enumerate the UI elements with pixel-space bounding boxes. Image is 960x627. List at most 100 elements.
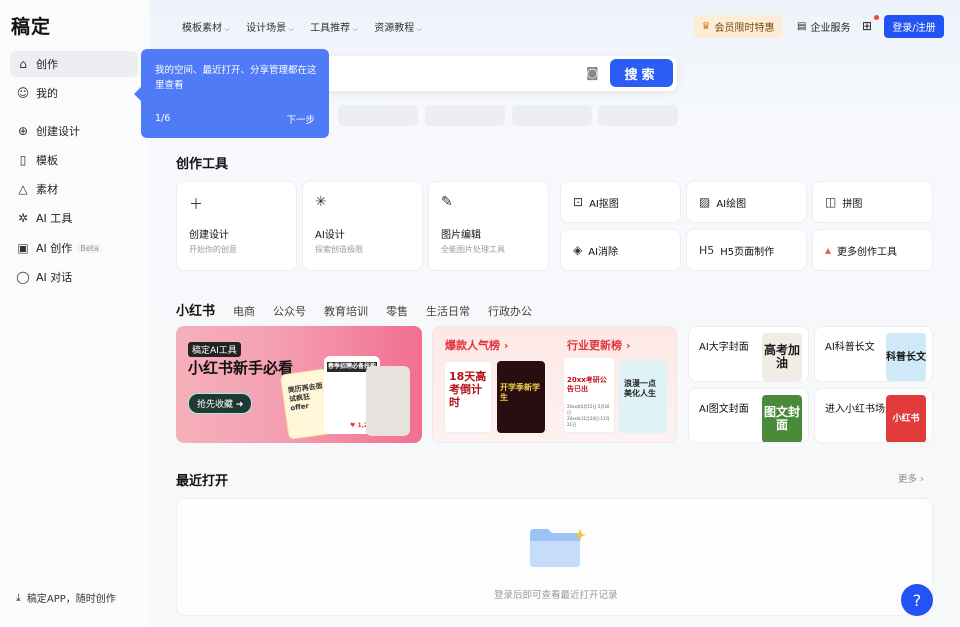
camera-icon[interactable]: ◙ bbox=[586, 66, 599, 81]
hot-ranking-label: 爆款人气榜 bbox=[445, 339, 500, 352]
topnav-item-tools[interactable]: 工具推荐 ⌵ bbox=[310, 19, 358, 34]
sidebar-item-label: 创建设计 bbox=[36, 125, 80, 138]
chevron-down-icon: ⌵ bbox=[352, 24, 359, 33]
sidebar-item-label: 模板 bbox=[36, 154, 58, 167]
sidebar-item-new-design[interactable]: ⊕ 创建设计 bbox=[10, 118, 138, 144]
sidebar-item-materials[interactable]: △ 素材 bbox=[10, 176, 138, 202]
tile-ai-big-text-cover[interactable]: AI大字封面 高考加油 bbox=[688, 326, 809, 382]
search-suggestion-chip[interactable] bbox=[425, 105, 505, 126]
thumb-subtext: 20xx年11月20日-11月21日 bbox=[567, 416, 610, 427]
tab-retail[interactable]: 零售 bbox=[386, 303, 408, 319]
empty-folder-icon bbox=[530, 529, 586, 567]
thumb-text: 20xx考研公告已出 bbox=[567, 376, 607, 393]
recent-more-link[interactable]: 更多 › bbox=[898, 471, 924, 485]
tab-wechat[interactable]: 公众号 bbox=[273, 303, 306, 319]
sidebar-item-label: AI 创作 bbox=[36, 242, 73, 255]
tab-office[interactable]: 行政办公 bbox=[488, 303, 532, 319]
sidebar-item-ai-tools[interactable]: ✲ AI 工具 bbox=[10, 205, 138, 231]
app-download-link[interactable]: ⤓ 稿定APP，随时创作 bbox=[16, 590, 116, 606]
tab-education[interactable]: 教育培训 bbox=[324, 303, 368, 319]
industry-ranking-title[interactable]: 行业更新榜 › bbox=[567, 337, 630, 353]
tooltip-text: 我的空间、最近打开、分享管理都在这里查看 bbox=[155, 65, 317, 91]
sidebar-item-mine[interactable]: ☺ 我的 bbox=[10, 80, 138, 106]
tool-card-ai-design[interactable]: ✳ AI设计 探索创造极限 bbox=[302, 181, 423, 271]
login-button[interactable]: 登录/注册 bbox=[884, 15, 944, 38]
tool-card-collage[interactable]: ◫ 拼图 bbox=[812, 181, 933, 223]
tool-title: 创建设计 bbox=[189, 230, 229, 241]
enterprise-link[interactable]: ▤ 企业服务 bbox=[797, 19, 850, 34]
tooltip-next-button[interactable]: 下一步 bbox=[286, 112, 315, 126]
tab-ecommerce[interactable]: 电商 bbox=[233, 303, 255, 319]
tool-card-create-design[interactable]: ＋ 创建设计 开始你的创意 bbox=[176, 181, 297, 271]
help-button[interactable]: ? bbox=[901, 584, 933, 616]
hot-ranking-title[interactable]: 爆款人气榜 › bbox=[445, 337, 508, 353]
banner-cta-button[interactable]: 抢先收藏 ➜ bbox=[188, 393, 253, 414]
topnav-item-templates[interactable]: 模板素材 ⌵ bbox=[182, 19, 230, 34]
onboarding-tooltip: 我的空间、最近打开、分享管理都在这里查看 1/6 下一步 bbox=[134, 49, 329, 138]
tab-daily-life[interactable]: 生活日常 bbox=[426, 303, 470, 319]
tile-ai-science-article[interactable]: AI科普长文 科普长文 bbox=[814, 326, 933, 382]
shapes-icon: △ bbox=[18, 182, 28, 196]
tool-card-image-edit[interactable]: ✎ 图片编辑 全能图片处理工具 bbox=[428, 181, 549, 271]
banner-title: 小红书新手必看 bbox=[188, 359, 294, 377]
tool-card-ai-erase[interactable]: ◈ AI消除 bbox=[560, 229, 681, 271]
tab-xiaohongshu[interactable]: 小红书 bbox=[176, 300, 215, 319]
brand-logo[interactable]: 稿定 bbox=[11, 12, 51, 39]
chat-icon: ◯ bbox=[16, 270, 30, 284]
sidebar-item-label: AI 对话 bbox=[36, 271, 73, 284]
sidebar-item-create[interactable]: ⌂ 创作 bbox=[10, 51, 138, 77]
template-thumb[interactable]: 浪漫一点美化人生 bbox=[619, 361, 667, 433]
user-icon: ☺ bbox=[16, 86, 30, 100]
search-suggestion-chip[interactable] bbox=[338, 105, 418, 126]
sidebar-item-label: 创作 bbox=[36, 58, 58, 71]
template-thumb[interactable]: 20xx考研公告已出 20xx年5月15日-5月16日 20xx年11月20日-… bbox=[563, 357, 615, 433]
tile-title: AI图文封面 bbox=[699, 404, 749, 415]
tile-enter-xhs-scene[interactable]: 进入小红书场景 › 小红书 bbox=[814, 388, 933, 443]
industry-ranking-label: 行业更新榜 bbox=[567, 339, 622, 352]
tile-title-text: 进入小红书场景 bbox=[825, 404, 895, 415]
thumb-subtext: 20xx年5月15日-5月16日 bbox=[567, 404, 610, 415]
chevron-down-icon: ⌵ bbox=[288, 24, 295, 33]
eraser-icon: ◈ bbox=[573, 243, 583, 257]
sidebar-item-label: AI 工具 bbox=[36, 212, 73, 225]
tile-title: AI大字封面 bbox=[699, 342, 749, 353]
sidebar-item-ai-chat[interactable]: ◯ AI 对话 bbox=[10, 264, 138, 290]
template-thumb[interactable]: 开学季新学生 bbox=[497, 361, 545, 433]
tool-title: AI消除 bbox=[588, 246, 619, 258]
tools-title: 创作工具 bbox=[176, 157, 229, 172]
tile-art: 科普长文 bbox=[886, 333, 926, 381]
scene-tabs: 小红书 电商 公众号 教育培训 零售 生活日常 行政办公 bbox=[176, 300, 532, 319]
tool-card-more-tools[interactable]: ▴ 更多创作工具 bbox=[812, 229, 933, 271]
tool-card-h5[interactable]: H5 H5页面制作 bbox=[686, 229, 807, 271]
sparkle-icon: ✲ bbox=[17, 211, 29, 225]
template-thumb[interactable]: 18天高考倒计时 bbox=[444, 361, 492, 433]
sidebar-item-templates[interactable]: ▯ 模板 bbox=[10, 147, 138, 173]
ranking-banner[interactable]: 爆款人气榜 › 行业更新榜 › 18天高考倒计时 开学季新学生 20xx考研公告… bbox=[432, 326, 677, 443]
topnav-item-tutorials[interactable]: 资源教程 ⌵ bbox=[374, 19, 422, 34]
tile-ai-image-text-cover[interactable]: AI图文封面 图文封面 bbox=[688, 388, 809, 443]
search-button[interactable]: 搜索 bbox=[610, 59, 673, 87]
collage-icon: ◫ bbox=[825, 195, 837, 209]
beta-badge: Beta bbox=[77, 243, 102, 253]
tool-title: AI绘图 bbox=[716, 198, 747, 210]
search-suggestion-chip[interactable] bbox=[598, 105, 678, 126]
search-suggestion-chip[interactable] bbox=[512, 105, 592, 126]
more-tools-icon: ▴ bbox=[825, 243, 832, 257]
topnav-label: 模板素材 bbox=[182, 23, 222, 34]
cutout-icon: ⊡ bbox=[573, 195, 584, 209]
topnav-item-scenes[interactable]: 设计场景 ⌵ bbox=[246, 19, 294, 34]
xhs-beginner-banner[interactable]: 稿定AI工具 小红书新手必看 抢先收藏 ➜ 简历再去面试疯狂offer 春季招聘… bbox=[176, 326, 422, 443]
banner-tag: 稿定AI工具 bbox=[188, 342, 241, 357]
apps-grid-icon[interactable]: ⊞ bbox=[862, 19, 872, 33]
vip-offer-button[interactable]: ♛ 会员限时特惠 bbox=[694, 15, 782, 38]
empty-state-text: 登录后即可查看最近打开记录 bbox=[494, 590, 618, 601]
chevron-down-icon: ⌵ bbox=[416, 24, 423, 33]
tool-card-ai-cutout[interactable]: ⊡ AI抠图 bbox=[560, 181, 681, 223]
tool-title: H5页面制作 bbox=[720, 246, 775, 258]
home-icon: ⌂ bbox=[19, 57, 27, 71]
sidebar-item-ai-create[interactable]: ▣ AI 创作 Beta bbox=[10, 235, 138, 261]
image-ai-icon: ▣ bbox=[17, 241, 29, 255]
tool-card-ai-draw[interactable]: ▨ AI绘图 bbox=[686, 181, 807, 223]
topnav-label: 工具推荐 bbox=[310, 23, 351, 34]
tool-title: 更多创作工具 bbox=[837, 246, 898, 258]
